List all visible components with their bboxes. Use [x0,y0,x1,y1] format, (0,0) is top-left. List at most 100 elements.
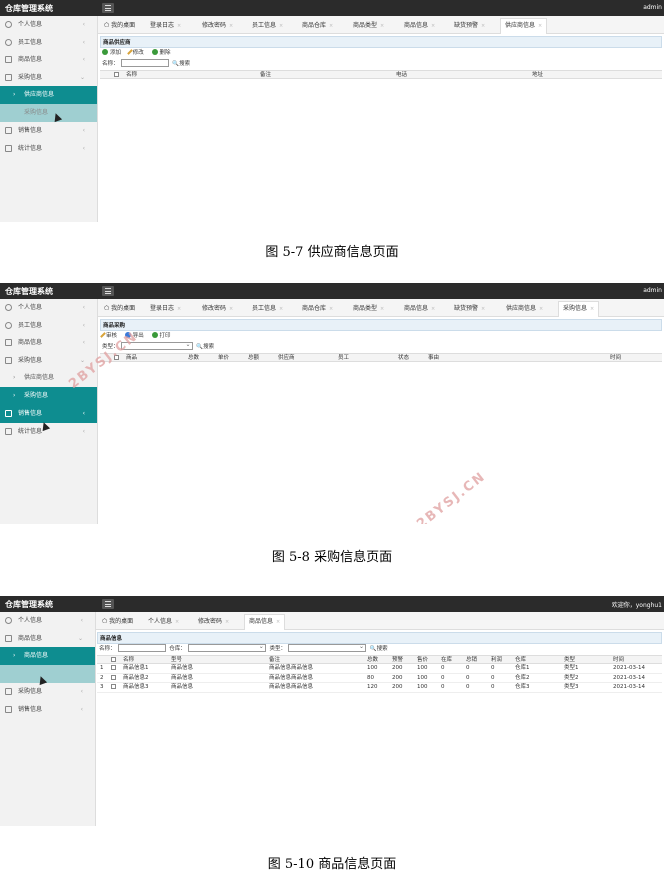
sidebar-item-purchase[interactable]: 采购信息 ⌄ [0,69,97,87]
sidebar-item-label: 采购信息 [24,392,49,399]
chart-icon [5,427,12,435]
tab-personal[interactable]: 个人信息 × [148,615,179,629]
cell-sold: 0 [466,665,470,671]
cell-in-stock: 0 [441,665,445,671]
close-icon[interactable]: × [538,23,542,29]
close-icon[interactable]: × [481,23,485,29]
tab-goods-info[interactable]: 商品信息 × [404,302,435,316]
user-info[interactable]: admin [643,4,662,11]
main-content: 商品供应商 添加 修改 删除 名称： 🔍搜索 名称 备注 电话 地址 [100,36,662,222]
menu-toggle-icon[interactable] [102,599,114,609]
tab-warehouse[interactable]: 商品仓库 × [302,19,333,33]
close-icon[interactable]: × [329,306,333,312]
sidebar-item-personal[interactable]: 个人信息 ‹ [0,16,97,34]
sidebar-item-stats[interactable]: 统计信息 ‹ [0,140,97,158]
col-name: 名称 [126,72,138,78]
close-icon[interactable]: × [279,23,283,29]
tab-desktop[interactable]: ⬠ 我的桌面 [104,19,135,33]
tab-label: 缺货预警 [454,305,479,312]
tab-purchase[interactable]: 采购信息 × [558,301,600,317]
close-icon[interactable]: × [279,306,283,312]
search-button[interactable]: 🔍搜索 [370,646,388,652]
sidebar-subitem-purchase-info[interactable]: › 采购信息 [0,387,97,405]
tab-change-password[interactable]: 修改密码 × [198,615,229,629]
name-input[interactable] [120,59,169,67]
tab-change-password[interactable]: 修改密码 × [202,302,233,316]
tab-label: 供应商信息 [506,305,537,312]
sidebar-subitem-purchase-info[interactable]: 采购信息 [0,104,97,122]
tab-goods-type[interactable]: 商品类型 × [353,19,384,33]
close-icon[interactable]: × [225,619,229,625]
close-icon[interactable]: × [229,306,233,312]
warehouse-select[interactable] [187,641,266,652]
menu-toggle-icon[interactable] [102,286,114,296]
tab-stock-alert[interactable]: 缺货预警 × [454,302,485,316]
user-info[interactable]: admin [643,287,662,294]
add-button[interactable]: 添加 [102,48,121,59]
tab-goods-info[interactable]: 商品信息 × [404,19,435,33]
close-icon[interactable]: × [431,23,435,29]
review-button[interactable]: 审核 [100,331,117,342]
sidebar-item-sales[interactable]: 销售信息 ‹ [0,701,95,719]
table-row[interactable]: 1 商品信息1 商品信息 商品信息商品信息 100 200 100 0 0 0 … [97,664,662,674]
cell-name: 商品信息2 [123,674,149,681]
tab-stock-alert[interactable]: 缺货预警 × [454,19,485,33]
tab-staff[interactable]: 员工信息 × [252,302,283,316]
close-icon[interactable]: × [481,306,485,312]
tab-desktop[interactable]: ⬠ 我的桌面 [104,302,135,316]
tab-login-log[interactable]: 登录日志 × [150,302,181,316]
sidebar-subitem-hover[interactable] [0,665,95,683]
sidebar-item-sales[interactable]: 销售信息 ‹ [0,405,97,423]
user-info[interactable]: 欢迎你，yonghu1 [612,600,662,609]
edit-button[interactable]: 修改 [126,48,144,59]
sidebar-item-label: 商品信息 [18,634,43,642]
sidebar-item-personal[interactable]: 个人信息 ‹ [0,299,97,317]
search-row: 名称： 仓库： 类型： 🔍搜索 [97,641,662,655]
sidebar-item-goods[interactable]: 商品信息 ⌄ [0,630,95,648]
close-icon[interactable]: × [380,23,384,29]
search-label: 搜索 [203,344,215,350]
sidebar-subitem-supplier[interactable]: › 供应商信息 [0,86,97,104]
cell-name: 商品信息1 [123,665,149,671]
type-select[interactable] [288,641,367,652]
list-icon [5,339,12,346]
sidebar-item-sales[interactable]: 销售信息 ‹ [0,122,97,140]
print-button[interactable]: 打印 [151,331,171,342]
tab-login-log[interactable]: 登录日志 × [150,19,181,33]
close-icon[interactable]: × [380,306,384,312]
close-icon[interactable]: × [431,306,435,312]
close-icon[interactable]: × [539,306,543,312]
table-row[interactable]: 2 商品信息2 商品信息 商品信息商品信息 80 200 100 0 0 0 仓… [97,674,662,683]
close-icon[interactable]: × [276,619,280,625]
name-input[interactable] [117,644,166,652]
tab-supplier[interactable]: 供应商信息 × [506,302,543,316]
sidebar-item-staff[interactable]: 员工信息 ‹ [0,317,97,335]
caption-figure-5-7: 图 5-7 供应商信息页面 [265,245,399,260]
tab-staff[interactable]: 员工信息 × [252,19,283,33]
close-icon[interactable]: × [590,306,594,312]
sidebar-item-personal[interactable]: 个人信息 ‹ [0,612,95,630]
tab-desktop[interactable]: ⬠ 我的桌面 [102,615,133,629]
sidebar-item-goods[interactable]: 商品信息 ‹ [0,51,97,69]
tab-change-password[interactable]: 修改密码 × [202,19,233,33]
search-button[interactable]: 🔍搜索 [196,344,214,350]
delete-button[interactable]: 删除 [151,48,171,59]
close-icon[interactable]: × [229,23,233,29]
sidebar-item-purchase[interactable]: 采购信息 ‹ [0,683,95,701]
table-row[interactable]: 3 商品信息3 商品信息 商品信息商品信息 120 200 100 0 0 0 … [97,683,662,693]
close-icon[interactable]: × [175,619,179,625]
sidebar-item-staff[interactable]: 员工信息 ‹ [0,34,97,52]
close-icon[interactable]: × [329,23,333,29]
sidebar-item-goods[interactable]: 商品信息 ‹ [0,334,97,352]
tab-goods-type[interactable]: 商品类型 × [353,302,384,316]
tab-warehouse[interactable]: 商品仓库 × [302,302,333,316]
close-icon[interactable]: × [177,23,181,29]
sidebar-item-label: 个人信息 [18,21,43,28]
sidebar-subitem-goods-info[interactable]: › 商品信息 [0,647,95,665]
add-label: 添加 [110,50,122,56]
tab-goods-info[interactable]: 商品信息 × [244,614,286,630]
tab-supplier[interactable]: 供应商信息 × [500,18,548,34]
menu-toggle-icon[interactable] [102,3,114,13]
search-button[interactable]: 🔍搜索 [172,61,190,67]
close-icon[interactable]: × [177,306,181,312]
